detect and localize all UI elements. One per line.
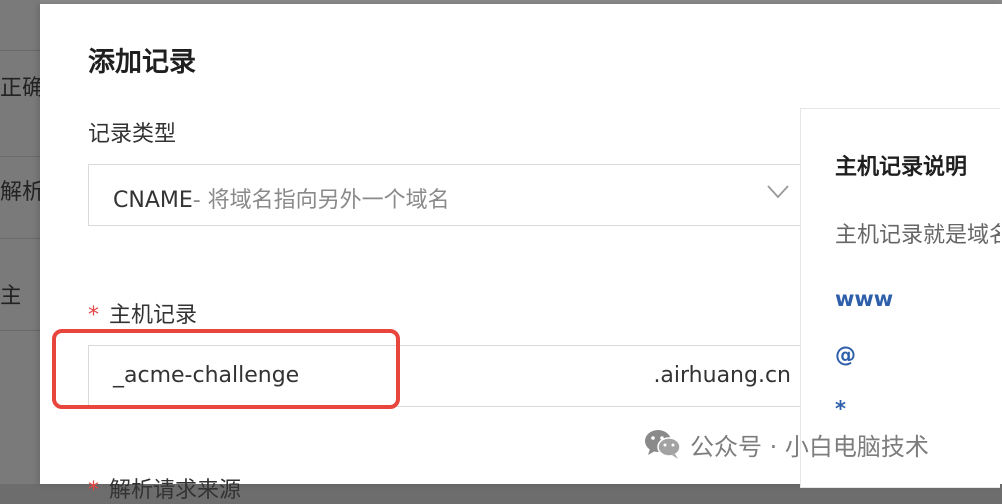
help-example-wildcard: * — [835, 397, 846, 421]
watermark: 公众号 · 小白电脑技术 — [644, 424, 929, 464]
host-record-label: * 主机记录 — [88, 297, 197, 329]
dialog-title: 添加记录 — [88, 47, 196, 78]
help-example-www: www — [835, 287, 894, 311]
background-row-text: 解析 — [0, 180, 40, 205]
record-type-value: CNAME — [113, 188, 193, 213]
record-type-selected: CNAME- 将域名指向另外一个域名 — [113, 182, 450, 214]
required-mark: * — [88, 303, 99, 328]
wechat-icon — [645, 430, 681, 459]
domain-suffix: .airhuang.cn — [653, 363, 791, 388]
record-type-select[interactable]: CNAME- 将域名指向另外一个域名 — [88, 164, 814, 226]
chevron-down-icon — [767, 185, 789, 199]
next-field-label-text: 解析请求来源 — [109, 478, 242, 503]
host-record-value: _acme-challenge — [113, 363, 300, 388]
help-description: 主机记录就是域名前缀 — [835, 223, 1000, 248]
record-type-description: - 将域名指向另外一个域名 — [192, 188, 450, 213]
help-title: 主机记录说明 — [835, 155, 968, 180]
background-row-text: 正确 — [0, 76, 40, 101]
host-record-input[interactable]: _acme-challenge .airhuang.cn — [88, 345, 814, 407]
watermark-text: 公众号 · 小白电脑技术 — [690, 432, 929, 461]
record-type-label: 记录类型 — [88, 122, 177, 147]
help-example-at: @ — [835, 343, 856, 367]
background-row-text: 主 — [0, 284, 20, 309]
next-field-label: * 解析请求来源 — [88, 472, 241, 504]
host-record-label-text: 主机记录 — [109, 303, 198, 328]
required-mark: * — [88, 478, 99, 503]
